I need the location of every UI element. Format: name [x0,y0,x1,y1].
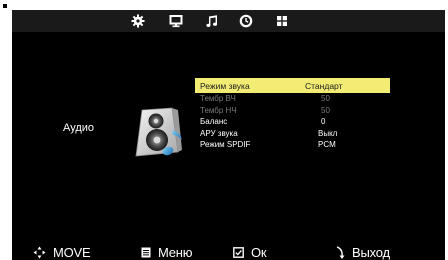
ok-key-icon [233,247,244,258]
menu-tab-bar [12,10,445,32]
menu-item-value: 0 [321,117,326,127]
menu-item-avc[interactable]: АРУ звука Выкл [195,128,390,140]
tab-picture[interactable] [126,12,150,30]
menu-item-value: 50 [321,94,330,104]
tab-screen[interactable] [164,12,188,30]
hint-exit: Выход [334,245,390,260]
music-note-icon [206,15,217,27]
help-bar: MOVE Меню Ок Выход [12,245,445,260]
menu-item-spdif[interactable]: Режим SPDIF PCM [195,139,390,151]
menu-item-label: Режим SPDIF [200,140,251,150]
tv-menu-screen: Аудио Режим звука Стандарт Тембр ВЧ 50 Т… [12,10,445,260]
grid-icon [277,16,287,26]
menu-item-label: Тембр НЧ [200,105,237,115]
menu-item-bass: Тембр НЧ 50 [195,105,390,117]
exit-arrow-icon [334,246,345,259]
gear-icon [131,14,145,28]
menu-item-value: PCM [318,140,336,150]
hint-menu-label: Меню [158,245,193,260]
audio-settings-list: Режим звука Стандарт Тембр ВЧ 50 Тембр Н… [195,78,390,151]
menu-item-sound-mode[interactable]: Режим звука Стандарт [195,78,390,93]
clock-icon [239,14,253,28]
menu-item-label: Режим звука [200,80,250,91]
monitor-icon [169,15,183,28]
menu-item-value: Выкл [318,128,338,138]
speaker-icon [132,106,190,158]
hint-ok-label: Ок [251,245,267,260]
menu-item-value: 50 [321,105,330,115]
menu-item-treble: Тембр ВЧ 50 [195,93,390,105]
tab-setup[interactable] [270,12,294,30]
hint-move-label: MOVE [53,245,91,260]
menu-item-label: Баланс [200,117,228,127]
corner-mark [3,4,7,8]
menu-item-balance[interactable]: Баланс 0 [195,116,390,128]
hint-ok: Ок [233,245,267,260]
menu-item-label: АРУ звука [200,128,238,138]
tab-audio[interactable] [200,12,224,30]
hint-exit-label: Выход [352,245,390,260]
tab-time[interactable] [234,12,258,30]
menu-item-label: Тембр ВЧ [200,94,236,104]
section-title: Аудио [63,122,95,134]
hint-menu: Меню [141,245,193,260]
menu-item-value: Стандарт [305,80,343,91]
move-arrows-icon [33,246,46,259]
hint-move: MOVE [33,245,91,260]
menu-key-icon [141,247,151,258]
